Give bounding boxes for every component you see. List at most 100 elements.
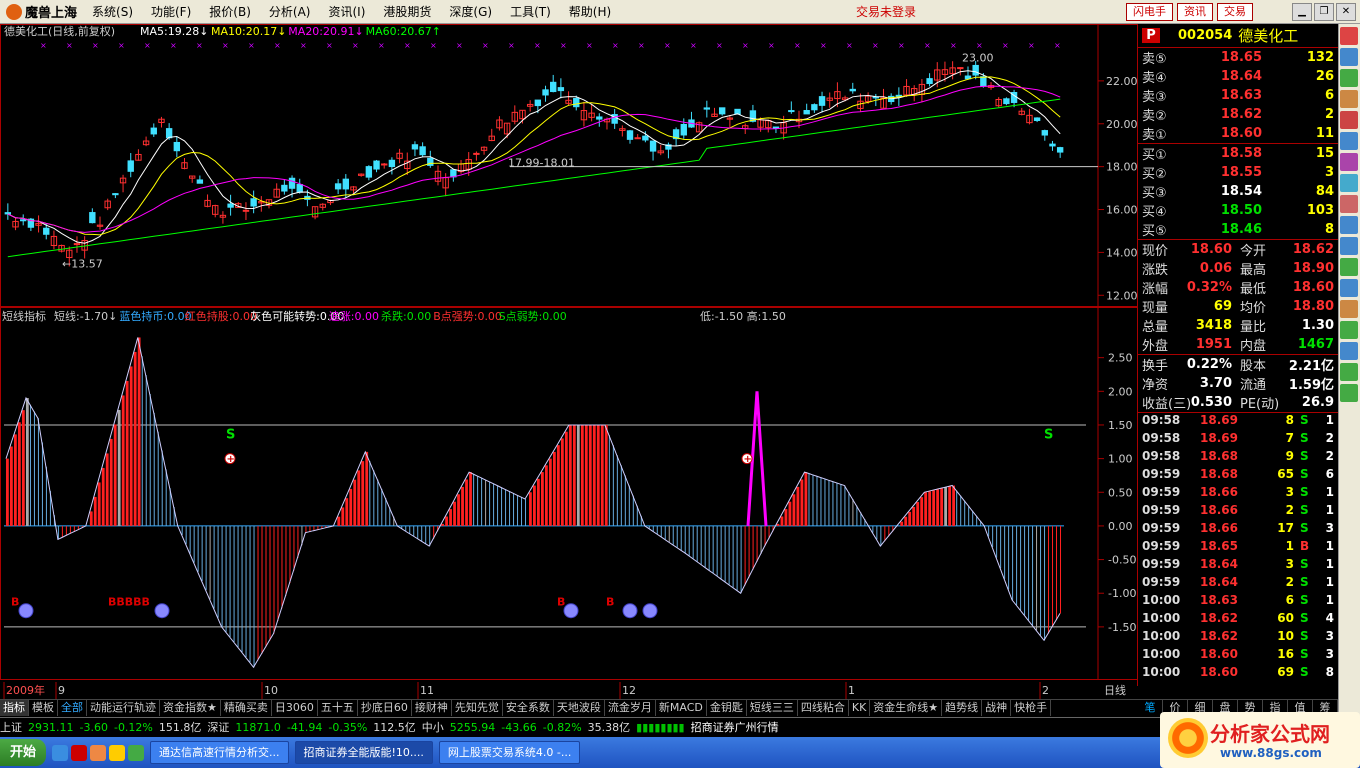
close-icon[interactable]: ✕ [1336, 2, 1356, 21]
app2-quick-icon[interactable] [90, 744, 107, 761]
oscillator-bar [245, 525, 247, 658]
indicator-tab[interactable]: 新MACD [656, 700, 707, 716]
toolbar-icon-9[interactable] [1340, 195, 1358, 213]
oscillator-bar [281, 525, 283, 609]
quote-tab[interactable]: 笔 [1138, 700, 1163, 716]
candle-body [342, 178, 350, 190]
toolbar-icon-7[interactable] [1340, 153, 1358, 171]
oscillator-bar [752, 525, 754, 570]
toolbar-icon-16[interactable] [1340, 342, 1358, 360]
indicator-tab[interactable]: 快枪手 [1011, 700, 1052, 716]
task-trade-system[interactable]: 网上股票交易系统4.0 -... [438, 741, 581, 764]
toolbar-icon-1[interactable] [1340, 27, 1358, 45]
oscillator-bar [688, 525, 690, 556]
menu-hk-futures[interactable]: 港股期货 [374, 3, 440, 20]
indicator-tab[interactable]: 四线粘合 [798, 700, 849, 716]
menu-analysis[interactable]: 分析(A) [260, 3, 320, 20]
oscillator-bar [736, 525, 738, 591]
indicator-tab[interactable]: 抄底日60 [358, 700, 412, 716]
indicator-tab[interactable]: 全部 [58, 700, 87, 716]
indicator-tab[interactable]: 流金岁月 [605, 700, 656, 716]
toolbar-icon-8[interactable] [1340, 174, 1358, 192]
ask-volume: 132 [1306, 50, 1334, 65]
flash-trade-button[interactable]: 闪电手 [1126, 2, 1173, 21]
indicator-tab[interactable]: 五十五 [318, 700, 358, 716]
candle-body [4, 212, 12, 215]
menu-function[interactable]: 功能(F) [142, 3, 200, 20]
tick-direction: S [1300, 449, 1309, 463]
kline-chart-area[interactable]: 德美化工(日线,前复权) MA5:19.28↓ MA10:20.17↓ MA20:20… [0, 24, 1138, 699]
tick-direction: S [1300, 431, 1309, 445]
stock-name: 德美化工 [1238, 27, 1299, 45]
ie-icon[interactable] [52, 744, 69, 761]
app3-quick-icon[interactable] [109, 744, 126, 761]
indicator-tab[interactable]: 日3060 [272, 700, 318, 716]
oscillator-bar [696, 525, 698, 562]
oscillator-bar [580, 424, 584, 526]
indicator-tab[interactable]: 金钥匙 [707, 700, 747, 716]
indicator-tab[interactable]: 动能运行轨迹 [87, 700, 160, 716]
oscillator-bar [185, 525, 187, 545]
x-marker: × [586, 41, 593, 50]
toolbar-icon-14[interactable] [1340, 300, 1358, 318]
indicator-tab[interactable]: 短线三三 [747, 700, 798, 716]
indicator-tab[interactable]: 天地波段 [554, 700, 605, 716]
toolbar-icon-5[interactable] [1340, 111, 1358, 129]
oscillator-bar [309, 525, 311, 532]
menu-system[interactable]: 系统(S) [83, 3, 142, 20]
trade-button[interactable]: 交易 [1217, 2, 1253, 21]
candle-body [803, 110, 810, 115]
indicator-tab[interactable]: KK [849, 700, 871, 716]
index-percent: -0.35% [328, 720, 368, 734]
candle-body [1049, 143, 1056, 147]
oscillator-bar [377, 479, 379, 526]
indicator-tab[interactable]: 资金指数★ [160, 700, 221, 716]
oscillator-bar [373, 470, 375, 526]
toolbar-icon-18[interactable] [1340, 384, 1358, 402]
tick-volume: 10 [1277, 629, 1294, 643]
task-zhaoshang[interactable]: 招商证券全能版能!10.... [294, 741, 433, 764]
menu-info[interactable]: 资讯(I) [319, 3, 374, 20]
toolbar-icon-17[interactable] [1340, 363, 1358, 381]
restore-icon[interactable]: ❐ [1314, 2, 1334, 21]
minimize-icon[interactable]: ▁ [1292, 2, 1312, 21]
indicator-tab[interactable]: 精确买卖 [221, 700, 272, 716]
toolbar-icon-2[interactable] [1340, 48, 1358, 66]
indicator-tab[interactable]: 指标 [0, 700, 29, 716]
price-tick: 14.00 [1106, 246, 1138, 259]
app4-quick-icon[interactable] [128, 744, 145, 761]
indicator-tab[interactable]: 资金生命线★ [870, 700, 943, 716]
indicator-tab[interactable]: 趋势线 [942, 700, 983, 716]
bid-volume: 84 [1315, 184, 1334, 199]
toolbar-icon-10[interactable] [1340, 216, 1358, 234]
menu-tools[interactable]: 工具(T) [501, 3, 560, 20]
tick-row: 10:00 18.60 69 S 8 [1138, 665, 1338, 683]
start-button[interactable]: 开始 [0, 739, 47, 766]
task-tdx[interactable]: 通达信高速行情分析交... [150, 741, 289, 764]
oscillator-bar [521, 497, 523, 526]
menu-quote[interactable]: 报价(B) [200, 3, 260, 20]
oscillator-bar [129, 366, 133, 526]
x-marker: × [118, 41, 125, 50]
indicator-tab[interactable]: 模板 [29, 700, 58, 716]
stat-value: 18.60 [1190, 242, 1232, 257]
indicator-tab[interactable]: 接财神 [412, 700, 452, 716]
b-signal: B [11, 595, 19, 608]
toolbar-icon-3[interactable] [1340, 69, 1358, 87]
indicator-tab[interactable]: 先知先觉 [452, 700, 503, 716]
toolbar-icon-11[interactable] [1340, 237, 1358, 255]
toolbar-icon-6[interactable] [1340, 132, 1358, 150]
oscillator-bar [628, 485, 630, 526]
menu-depth[interactable]: 深度(G) [440, 3, 501, 20]
info-button[interactable]: 资讯 [1177, 2, 1213, 21]
toolbar-icon-15[interactable] [1340, 321, 1358, 339]
tick-direction: S [1300, 467, 1309, 481]
toolbar-icon-13[interactable] [1340, 279, 1358, 297]
toolbar-icon-4[interactable] [1340, 90, 1358, 108]
candle-body [388, 159, 396, 168]
toolbar-icon-12[interactable] [1340, 258, 1358, 276]
app-quick-icon[interactable] [71, 744, 88, 761]
indicator-tab[interactable]: 战神 [982, 700, 1012, 716]
indicator-tab[interactable]: 安全系数 [503, 700, 554, 716]
menu-help[interactable]: 帮助(H) [560, 3, 620, 20]
